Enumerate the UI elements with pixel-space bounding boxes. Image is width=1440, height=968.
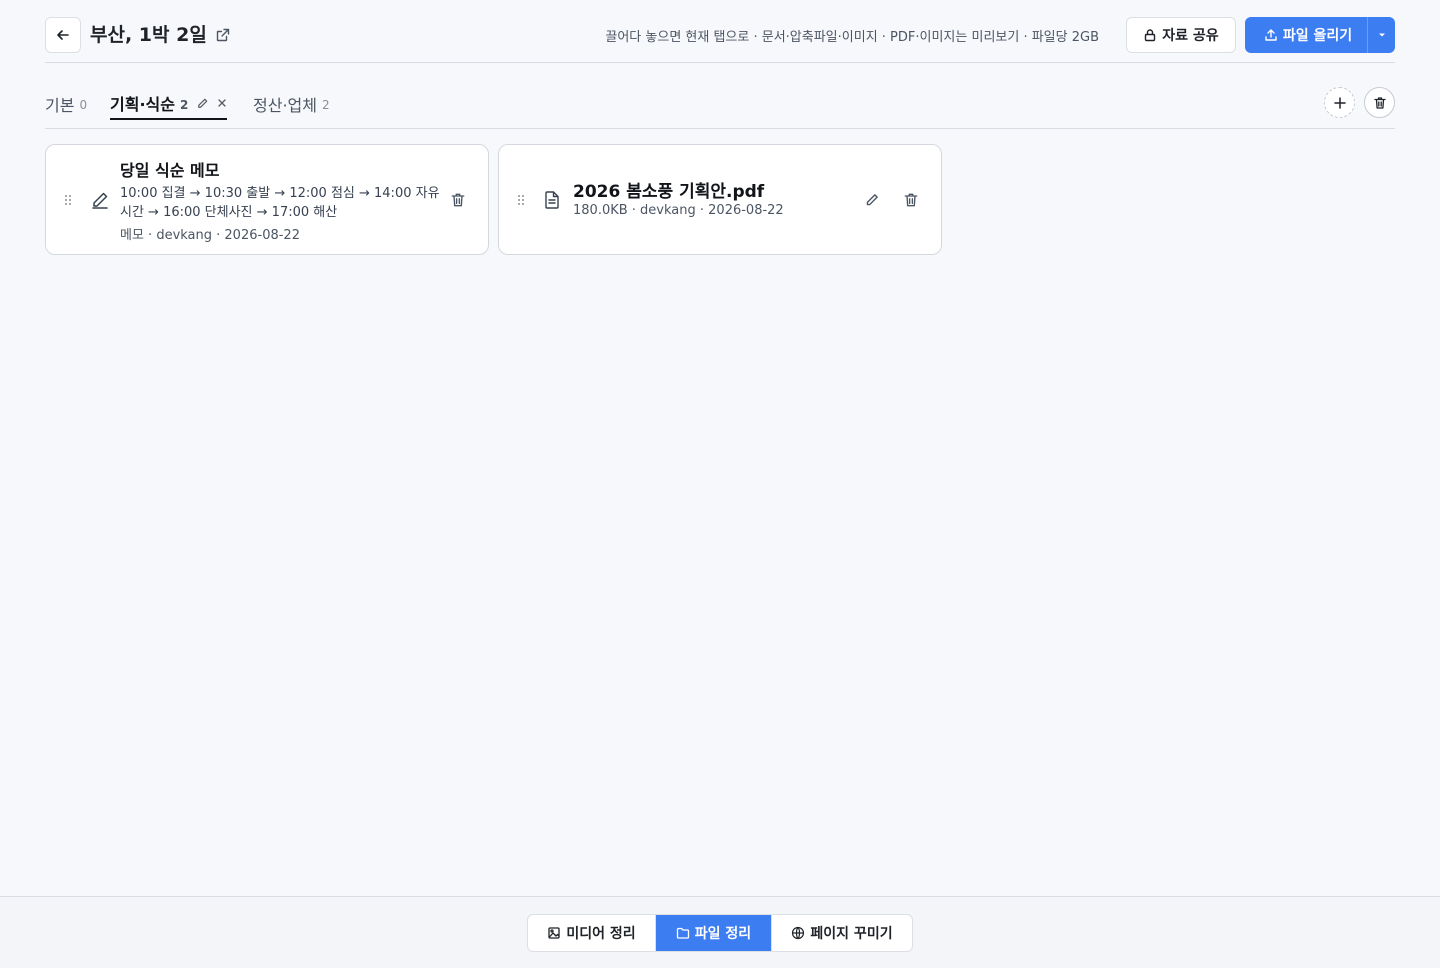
memo-meta: 메모 · devkang · 2026-08-22	[120, 228, 300, 243]
pencil-icon	[866, 194, 878, 206]
add-tab-button[interactable]	[1324, 87, 1355, 118]
tab-count: 2	[321, 98, 330, 112]
external-link-icon[interactable]	[215, 27, 231, 43]
caret-down-icon	[1378, 33, 1385, 37]
memo-pen-icon	[90, 190, 110, 214]
delete-memo-button[interactable]	[447, 189, 469, 211]
tab-label: 정산·업체	[253, 95, 317, 115]
share-label: 자료 공유	[1162, 28, 1219, 44]
file-name[interactable]: 2026 봄소풍 기획안.pdf	[573, 177, 764, 202]
file-card[interactable]: 2026 봄소풍 기획안.pdf 180.0KB · devkang · 202…	[498, 144, 942, 255]
share-button[interactable]: 자료 공유	[1126, 17, 1236, 53]
page-title: 부산, 1박 2일	[90, 24, 207, 46]
file-meta: 180.0KB · devkang · 2026-08-22	[573, 203, 784, 218]
trash-icon	[1373, 96, 1386, 109]
tab-label: 기본	[45, 95, 75, 115]
document-icon	[543, 190, 561, 214]
memo-card[interactable]: 당일 식순 메모 10:00 집결 → 10:30 출발 → 12:00 점심 …	[45, 144, 489, 255]
tab-count: 2	[179, 97, 189, 112]
upload-label: 파일 올리기	[1282, 28, 1353, 44]
delete-file-button[interactable]	[900, 189, 922, 211]
folder-icon	[676, 927, 689, 939]
media-tab-button[interactable]: 미디어 정리	[528, 915, 656, 951]
close-icon[interactable]	[217, 98, 227, 108]
tab-count: 0	[79, 98, 88, 112]
trash-icon	[451, 193, 465, 207]
back-button[interactable]	[45, 17, 81, 53]
delete-tab-button[interactable]	[1364, 87, 1395, 118]
upload-dropdown-toggle[interactable]	[1367, 17, 1395, 53]
upload-main-button[interactable]: 파일 올리기	[1245, 17, 1367, 53]
bottom-toolbar: 미디어 정리 파일 정리 페이지 꾸미기	[0, 896, 1440, 968]
files-tab-label: 파일 정리	[694, 926, 752, 942]
drag-handle-icon[interactable]	[517, 194, 525, 208]
tab-label: 기획·식순	[110, 95, 175, 114]
arrow-left-icon	[57, 30, 69, 40]
upload-button[interactable]: 파일 올리기	[1245, 17, 1395, 53]
tab-planning[interactable]: 기획·식순 2	[110, 88, 228, 120]
image-icon	[548, 927, 561, 939]
plus-icon	[1333, 96, 1346, 109]
tab-settlement[interactable]: 정산·업체 2	[253, 88, 330, 119]
drag-handle-icon[interactable]	[64, 194, 72, 208]
page-title-wrap: 부산, 1박 2일	[90, 21, 231, 49]
media-tab-label: 미디어 정리	[566, 926, 636, 942]
upload-icon	[1265, 29, 1277, 41]
tab-basic[interactable]: 기본 0	[45, 88, 87, 119]
globe-icon	[792, 926, 805, 940]
edit-file-button[interactable]	[861, 189, 883, 211]
page-header: 부산, 1박 2일 끌어다 놓으면 현재 탭으로 · 문서·압축파일·이미지 ·…	[45, 17, 1395, 63]
memo-body: 10:00 집결 → 10:30 출발 → 12:00 점심 → 14:00 자…	[120, 186, 440, 220]
page-design-tab-button[interactable]: 페이지 꾸미기	[771, 915, 912, 951]
upload-hint: 끌어다 놓으면 현재 탭으로 · 문서·압축파일·이미지 · PDF·이미지는 …	[605, 30, 1099, 45]
page-design-tab-label: 페이지 꾸미기	[810, 926, 893, 942]
files-tab-button[interactable]: 파일 정리	[656, 915, 771, 951]
tab-bar: 기본 0 기획·식순 2 정산·업체 2	[45, 80, 1395, 129]
pencil-icon[interactable]	[196, 97, 209, 110]
trash-icon	[904, 193, 918, 207]
memo-title: 당일 식순 메모	[120, 161, 220, 180]
lock-icon	[1145, 29, 1156, 42]
mode-switcher: 미디어 정리 파일 정리 페이지 꾸미기	[527, 914, 913, 952]
